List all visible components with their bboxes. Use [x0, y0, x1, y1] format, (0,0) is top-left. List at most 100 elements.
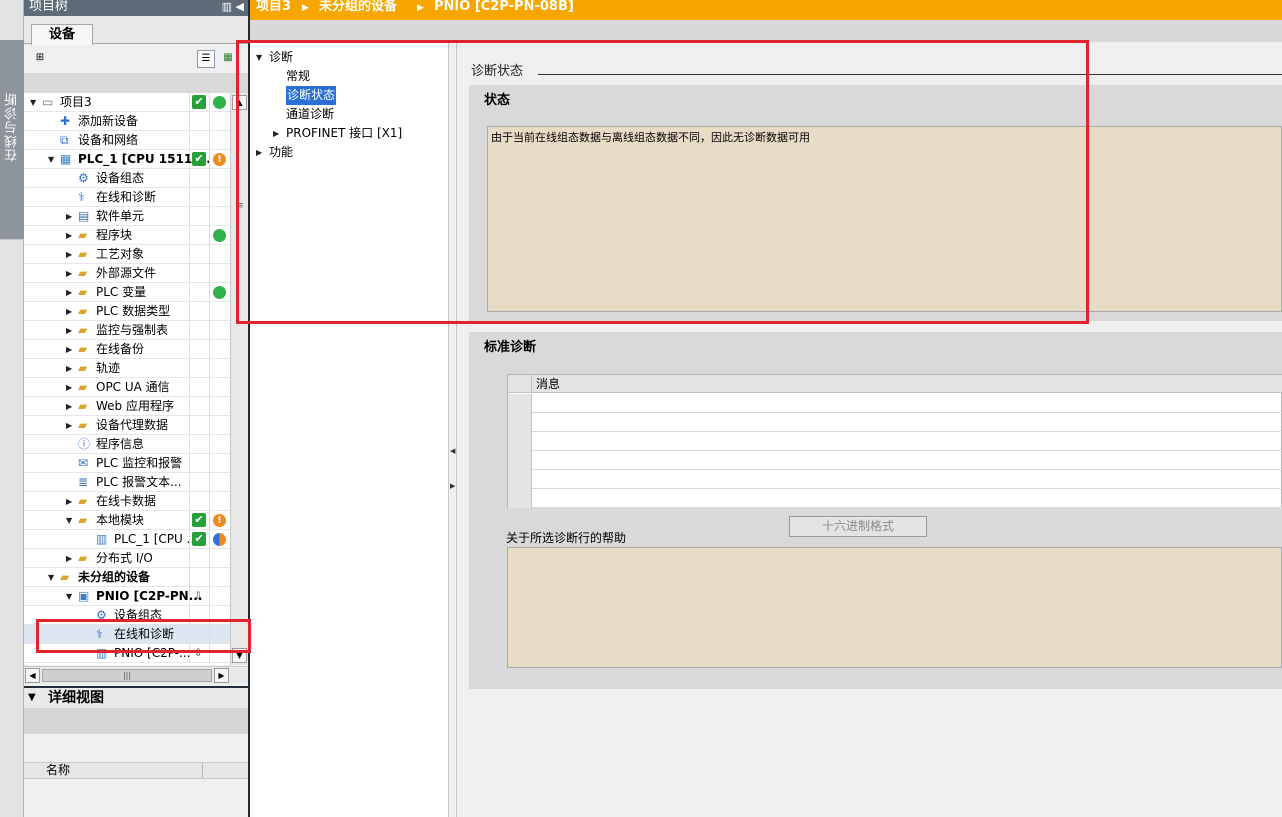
chevron-down-icon[interactable]: ▼ — [28, 688, 36, 708]
chevron-right-icon[interactable]: ▶ — [66, 378, 76, 397]
chevron-right-icon[interactable]: ▶ — [66, 492, 76, 511]
tree-horizontal-scrollbar[interactable]: ◀ ||| ▶ — [24, 666, 248, 684]
tree-item-name-cell[interactable]: ▶ ▰ 在线备份 — [24, 340, 190, 359]
tree-item-name-cell[interactable]: ⚕ 在线和诊断 — [24, 188, 190, 207]
tree-item[interactable]: ▶ ▰ OPC UA 通信 — [24, 378, 230, 397]
scroll-left-icon[interactable]: ◀ — [25, 668, 40, 683]
tree-item[interactable]: ▶ ▰ 工艺对象 — [24, 245, 230, 264]
chevron-right-icon[interactable]: ▶ — [66, 359, 76, 378]
chevron-right-icon[interactable]: ▶ — [66, 340, 76, 359]
tree-item[interactable]: ▶ ▰ PLC 数据类型 — [24, 302, 230, 321]
tree-item-name-cell[interactable]: ▼ ▦ PLC_1 [CPU 1511-... — [24, 150, 211, 169]
tree-item[interactable]: ▶ ▰ 在线卡数据 — [24, 492, 230, 511]
message-row[interactable] — [508, 394, 1282, 413]
chevron-down-icon[interactable]: ▼ — [66, 587, 76, 606]
row-header-cell[interactable] — [508, 451, 532, 470]
tree-item[interactable]: ⧉ 设备和网络 — [24, 131, 230, 150]
chevron-right-icon[interactable]: ▶ — [66, 245, 76, 264]
row-header-cell[interactable] — [508, 394, 532, 413]
tree-item[interactable]: ▶ ▰ 外部源文件 — [24, 264, 230, 283]
tree-item-name-cell[interactable]: ▼ ▰ 未分组的设备 — [24, 568, 190, 587]
column-message[interactable]: 消息 — [536, 375, 560, 393]
tree-item-name-cell[interactable]: ▥ PLC_1 [CPU ... — [24, 530, 198, 549]
tree-item-name-cell[interactable]: ▶ ▰ Web 应用程序 — [24, 397, 190, 416]
chevron-right-icon[interactable]: ▶ — [66, 549, 76, 568]
row-header-cell[interactable] — [508, 413, 532, 432]
row-header-cell[interactable] — [508, 432, 532, 451]
tree-item-name-cell[interactable]: ▶ ▰ OPC UA 通信 — [24, 378, 190, 397]
message-row[interactable] — [508, 432, 1282, 451]
hex-format-button[interactable]: 十六进制格式 — [789, 516, 927, 537]
message-row[interactable] — [508, 470, 1282, 489]
tree-item[interactable]: ▶ ▰ 轨迹 — [24, 359, 230, 378]
tree-item-name-cell[interactable]: ▼ ▣ PNIO [C2P-PN... — [24, 587, 202, 606]
tree-item[interactable]: ✉ PLC 监控和报警 — [24, 454, 230, 473]
row-header-cell[interactable] — [508, 489, 532, 508]
tree-item[interactable]: ▶ ▤ 软件单元 — [24, 207, 230, 226]
tree-item-name-cell[interactable]: ▶ ▰ PLC 数据类型 — [24, 302, 190, 321]
chevron-right-icon[interactable]: ▶ — [66, 321, 76, 340]
tree-item[interactable]: ▼ ▣ PNIO [C2P-PN... ⇩ — [24, 587, 230, 606]
tree-item[interactable]: ▼ ▭ 项目3 ✔ — [24, 93, 230, 112]
tree-item[interactable]: ✚ 添加新设备 — [24, 112, 230, 131]
tree-item-name-cell[interactable]: ⓘ 程序信息 — [24, 435, 190, 454]
tree-item[interactable]: ▶ ▰ PLC 变量 — [24, 283, 230, 302]
tree-item[interactable]: ▶ ▰ Web 应用程序 — [24, 397, 230, 416]
tree-item-name-cell[interactable]: ⚙ 设备组态 — [24, 169, 190, 188]
chevron-right-icon[interactable]: ▶ — [66, 302, 76, 321]
new-folder-icon[interactable]: ⊞ — [31, 50, 49, 68]
tree-item-name-cell[interactable]: ▶ ▤ 软件单元 — [24, 207, 190, 226]
tree-item[interactable]: ▼ ▰ 未分组的设备 — [24, 568, 230, 587]
tree-item-name-cell[interactable]: ≣ PLC 报警文本... — [24, 473, 190, 492]
chevron-right-icon[interactable]: ▶ — [66, 207, 76, 226]
tree-item-name-cell[interactable]: ⧉ 设备和网络 — [24, 131, 190, 150]
breadcrumb-item[interactable]: 未分组的设备 — [319, 0, 397, 14]
message-row[interactable] — [508, 451, 1282, 470]
tree-item-name-cell[interactable]: ▶ ▰ 分布式 I/O — [24, 549, 190, 568]
tree-item-name-cell[interactable]: ▶ ▰ 在线卡数据 — [24, 492, 190, 511]
tree-item-name-cell[interactable]: ▶ ▰ 程序块 — [24, 226, 190, 245]
tree-item[interactable]: ▼ ▦ PLC_1 [CPU 1511-... ✔! — [24, 150, 230, 169]
overview-icon[interactable]: ▦ — [219, 50, 237, 68]
chevron-down-icon[interactable]: ▼ — [48, 568, 58, 587]
detail-view-header[interactable]: ▼ 详细视图 — [24, 688, 248, 708]
collapse-panel-icon[interactable]: ▥ ◀ — [222, 0, 244, 14]
tree-item-name-cell[interactable]: ✚ 添加新设备 — [24, 112, 190, 131]
chevron-down-icon[interactable]: ▼ — [66, 511, 76, 530]
tree-item[interactable]: ▥ PLC_1 [CPU ... ✔ — [24, 530, 230, 549]
tree-item[interactable]: ⚕ 在线和诊断 — [24, 188, 230, 207]
breadcrumb-item[interactable]: PNIO [C2P-PN-08B] — [434, 0, 574, 14]
chevron-right-icon[interactable]: ▶ — [66, 397, 76, 416]
tree-item-name-cell[interactable]: ▶ ▰ 监控与强制表 — [24, 321, 190, 340]
chevron-down-icon[interactable]: ▼ — [30, 93, 40, 112]
row-header-cell[interactable] — [508, 470, 532, 489]
tree-item-name-cell[interactable]: ▶ ▰ 轨迹 — [24, 359, 190, 378]
message-row[interactable] — [508, 413, 1282, 432]
tree-item-name-cell[interactable]: ▶ ▰ 工艺对象 — [24, 245, 190, 264]
tree-item[interactable]: ▶ ▰ 程序块 — [24, 226, 230, 245]
tree-item-name-cell[interactable]: ▶ ▰ PLC 变量 — [24, 283, 190, 302]
tree-item[interactable]: ⚙ 设备组态 — [24, 169, 230, 188]
tree-item[interactable]: ⓘ 程序信息 — [24, 435, 230, 454]
tree-item-name-cell[interactable]: ▶ ▰ 设备代理数据 — [24, 416, 190, 435]
message-row[interactable] — [508, 489, 1282, 508]
chevron-down-icon[interactable]: ▼ — [48, 150, 58, 169]
tree-item[interactable]: ▶ ▰ 监控与强制表 — [24, 321, 230, 340]
scroll-right-icon[interactable]: ▶ — [214, 668, 229, 683]
collapse-left-icon[interactable]: ◀ — [450, 447, 456, 455]
breadcrumb-item[interactable]: 项目3 — [256, 0, 291, 14]
chevron-right-icon[interactable]: ▶ — [66, 283, 76, 302]
tree-item-name-cell[interactable]: ▶ ▰ 外部源文件 — [24, 264, 190, 283]
column-name[interactable]: 名称 — [46, 763, 70, 778]
tab-devices[interactable]: 设备 — [31, 24, 93, 45]
scroll-thumb[interactable]: ||| — [42, 669, 212, 682]
tree-item[interactable]: ▶ ▰ 分布式 I/O — [24, 549, 230, 568]
chevron-right-icon[interactable]: ▶ — [66, 226, 76, 245]
table-view-icon[interactable]: ☰ — [197, 50, 215, 68]
tree-item[interactable]: ≣ PLC 报警文本... — [24, 473, 230, 492]
chevron-right-icon[interactable]: ▶ — [66, 264, 76, 283]
column-separator[interactable] — [202, 763, 203, 778]
tree-item[interactable]: ▶ ▰ 设备代理数据 — [24, 416, 230, 435]
expand-right-icon[interactable]: ▶ — [450, 482, 456, 490]
tree-item-name-cell[interactable]: ▼ ▰ 本地模块 — [24, 511, 190, 530]
